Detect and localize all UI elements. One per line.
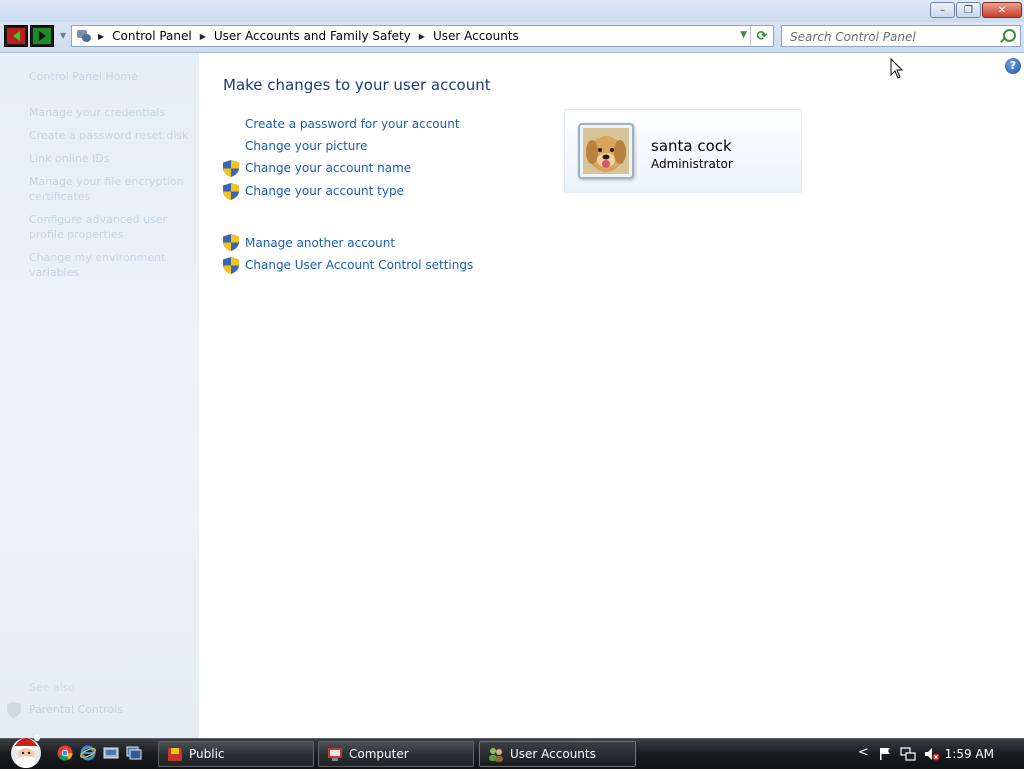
control-panel-icon [76, 29, 92, 43]
dog-avatar-icon [583, 128, 629, 174]
show-hidden-icons-chevron-icon[interactable]: < [858, 745, 869, 760]
back-button[interactable] [4, 25, 28, 47]
taskbar: Public Computer User Accounts < 1:59 AM [0, 735, 1024, 769]
refresh-button[interactable]: ⟳ [750, 26, 773, 46]
maximize-button[interactable]: ❐ [956, 2, 981, 18]
avatar [578, 123, 634, 179]
chrome-icon[interactable] [57, 745, 73, 761]
window-controls: – ❐ ✕ [930, 2, 1022, 18]
breadcrumb-arrow-icon[interactable]: ▶ [200, 32, 206, 41]
task-link-control-panel-home[interactable]: Control Panel Home [29, 69, 189, 84]
folder-icon [168, 748, 182, 761]
change-account-type-link[interactable]: Change your account type [245, 184, 404, 198]
uac-shield-icon [223, 234, 239, 251]
uac-shield-icon [223, 160, 239, 177]
navigation-bar: ▼ ▶ Control Panel ▶ User Accounts and Fa… [0, 22, 1024, 53]
task-link-online-ids[interactable]: Link online IDs [29, 151, 189, 166]
search-input[interactable] [788, 27, 1002, 47]
task-link-environment-variables[interactable]: Change my environment variables [29, 250, 189, 280]
breadcrumb-arrow-icon[interactable]: ▶ [419, 32, 425, 41]
forward-arrow-icon [38, 31, 46, 41]
taskbar-button-user-accounts[interactable]: User Accounts [479, 741, 636, 767]
uac-shield-icon [7, 702, 21, 718]
mouse-pointer-icon [890, 58, 904, 79]
user-role: Administrator [651, 157, 733, 171]
search-icon[interactable] [1003, 29, 1016, 42]
volume-muted-icon[interactable] [924, 747, 940, 761]
main-content: Make changes to your user account Create… [200, 53, 1024, 738]
task-link-password-reset-disk[interactable]: Create a password reset disk [29, 128, 189, 143]
users-icon [489, 748, 503, 762]
computer-icon [328, 748, 342, 761]
user-name: santa cock [651, 137, 732, 155]
internet-explorer-icon[interactable] [80, 745, 96, 761]
see-also-link-parental-controls[interactable]: Parental Controls [29, 703, 123, 716]
breadcrumb-arrow-icon[interactable]: ▶ [98, 32, 104, 41]
back-arrow-icon [12, 31, 20, 41]
help-icon[interactable]: ? [1005, 58, 1021, 74]
task-link-manage-credentials[interactable]: Manage your credentials [29, 105, 189, 120]
task-link-file-encryption[interactable]: Manage your file encryption certificates [29, 174, 189, 204]
user-account-card: santa cock Administrator [564, 109, 802, 193]
show-desktop-icon[interactable] [103, 745, 119, 761]
see-also-heading: See also [29, 681, 76, 694]
network-icon[interactable] [900, 747, 916, 761]
action-center-flag-icon[interactable] [878, 747, 892, 761]
taskbar-button-public[interactable]: Public [158, 741, 314, 767]
switch-windows-icon[interactable] [126, 745, 142, 761]
recent-pages-chevron-icon[interactable]: ▼ [60, 31, 66, 40]
breadcrumb-user-accounts[interactable]: User Accounts [433, 29, 519, 43]
system-tray: < 1:59 AM [838, 739, 1024, 769]
uac-settings-link[interactable]: Change User Account Control settings [245, 258, 473, 272]
breadcrumb-control-panel[interactable]: Control Panel [112, 29, 192, 43]
task-link-user-profile-properties[interactable]: Configure advanced user profile properti… [29, 212, 189, 242]
uac-shield-icon [223, 257, 239, 274]
title-bar: – ❐ ✕ [0, 0, 1024, 22]
taskbar-button-label: Public [189, 747, 225, 761]
page-title: Make changes to your user account [223, 76, 491, 94]
change-picture-link[interactable]: Change your picture [245, 139, 367, 153]
close-button[interactable]: ✕ [982, 2, 1022, 18]
taskbar-button-computer[interactable]: Computer [318, 741, 474, 767]
address-dropdown-icon[interactable]: ▼ [740, 30, 747, 40]
minimize-button[interactable]: – [930, 2, 955, 18]
breadcrumb-user-accounts-family-safety[interactable]: User Accounts and Family Safety [214, 29, 411, 43]
taskbar-button-label: Computer [349, 747, 409, 761]
taskbar-button-label: User Accounts [510, 747, 596, 761]
manage-another-account-link[interactable]: Manage another account [245, 236, 395, 250]
uac-shield-icon [223, 183, 239, 200]
search-box[interactable] [781, 25, 1021, 47]
forward-button[interactable] [30, 25, 54, 47]
start-button-santa-icon[interactable] [6, 731, 46, 771]
clock[interactable]: 1:59 AM [945, 747, 994, 761]
create-password-link[interactable]: Create a password for your account [245, 117, 460, 131]
task-pane: Control Panel Home Manage your credentia… [0, 53, 199, 738]
address-bar[interactable]: ▶ Control Panel ▶ User Accounts and Fami… [71, 25, 774, 47]
change-account-name-link[interactable]: Change your account name [245, 161, 411, 175]
